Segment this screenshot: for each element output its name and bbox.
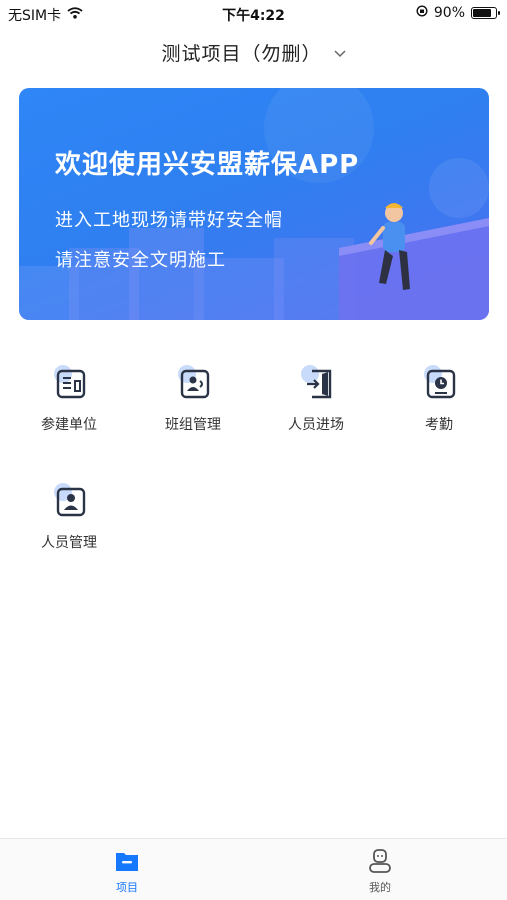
building-icon <box>51 364 91 404</box>
menu-item-personnel-entry[interactable]: 人员进场 <box>266 364 366 444</box>
folder-icon <box>113 847 141 875</box>
battery-level <box>473 9 491 17</box>
menu-label: 参建单位 <box>41 417 97 433</box>
battery-icon <box>471 7 500 19</box>
clock-icon <box>421 364 461 404</box>
team-icon <box>175 364 215 404</box>
menu-label: 人员进场 <box>288 417 344 433</box>
menu-label: 人员管理 <box>41 535 97 551</box>
banner-title: 欢迎使用兴安盟薪保APP <box>55 150 360 180</box>
entry-door-icon <box>298 364 338 404</box>
menu-item-participating-units[interactable]: 参建单位 <box>19 364 119 444</box>
menu-label: 班组管理 <box>165 417 221 433</box>
welcome-banner: 欢迎使用兴安盟薪保APP 进入工地现场请带好安全帽 请注意安全文明施工 <box>19 88 489 320</box>
tab-projects[interactable]: 项目 <box>77 847 177 897</box>
battery-percent: 90% <box>433 5 465 21</box>
tab-mine[interactable]: 我的 <box>330 847 430 897</box>
menu-item-attendance[interactable]: 考勤 <box>389 364 489 444</box>
tab-label-mine: 我的 <box>369 881 391 894</box>
banner-line-1: 进入工地现场请带好安全帽 <box>55 210 283 231</box>
tab-label-projects: 项目 <box>116 881 138 894</box>
menu-item-team-management[interactable]: 班组管理 <box>143 364 243 444</box>
banner-illustration <box>19 88 489 320</box>
menu-item-personnel-management[interactable]: 人员管理 <box>19 482 119 562</box>
menu-label: 考勤 <box>425 417 453 433</box>
user-icon <box>366 847 394 875</box>
bottom-tab-bar: 项目 我的 <box>0 838 507 900</box>
orientation-lock-icon <box>416 5 428 21</box>
banner-line-2: 请注意安全文明施工 <box>55 250 226 271</box>
page-title: 测试项目（勿删） <box>161 42 322 65</box>
project-switcher[interactable]: 测试项目（勿删） <box>0 34 507 70</box>
chevron-down-icon <box>333 43 346 62</box>
person-card-icon <box>51 482 91 522</box>
status-bar: 无SIM卡 下午4:22 90% <box>0 0 507 28</box>
status-right: 90% <box>416 5 500 21</box>
